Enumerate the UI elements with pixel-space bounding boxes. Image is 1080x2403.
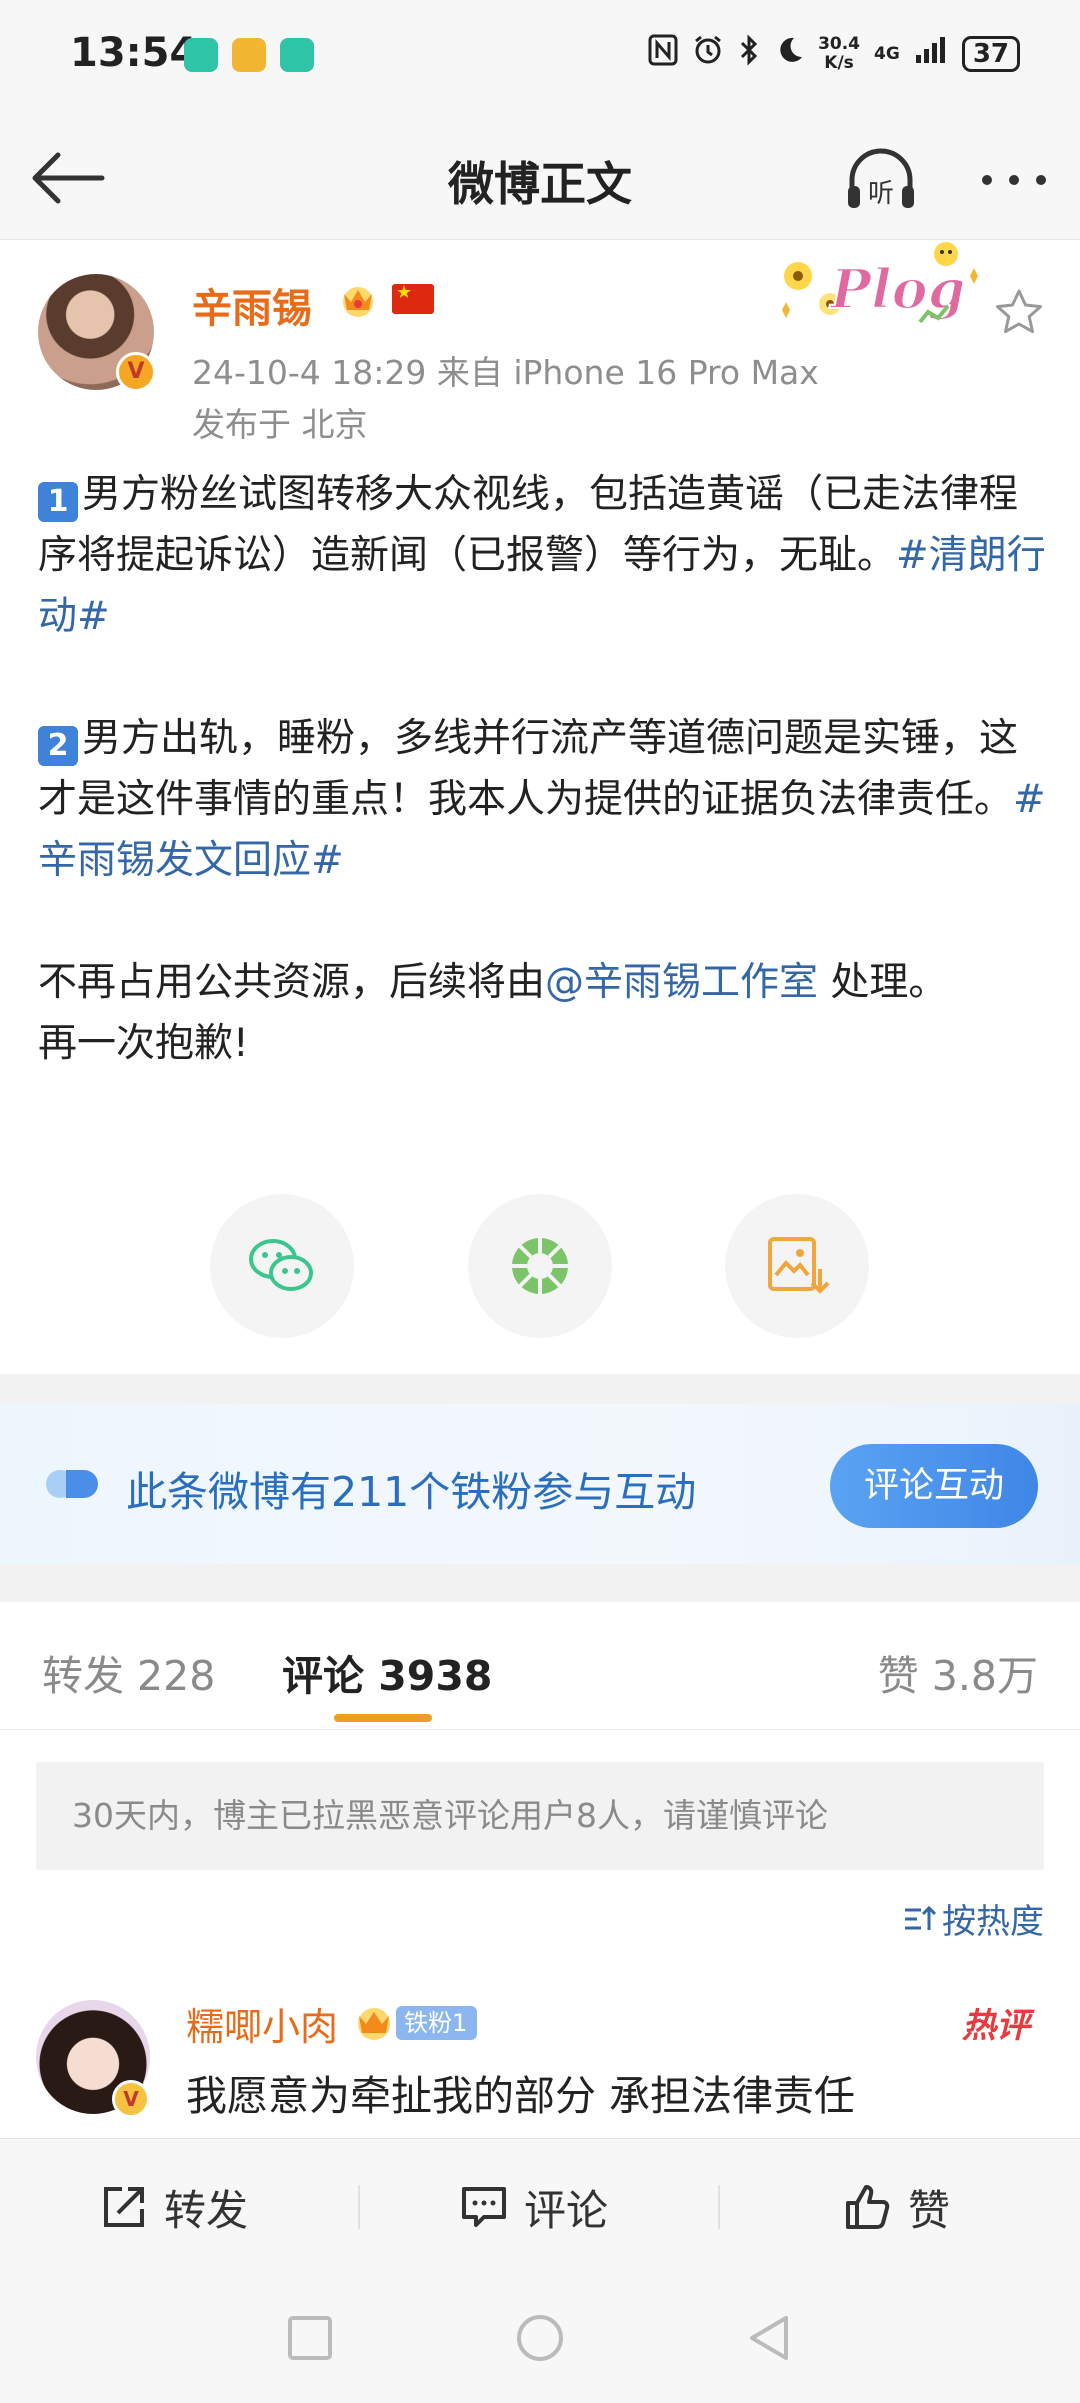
home-icon[interactable] xyxy=(512,2310,568,2366)
moments-icon xyxy=(512,1238,568,1294)
mention-link[interactable]: @辛雨锡工作室 xyxy=(545,960,818,1005)
more-options-button[interactable] xyxy=(976,142,1052,218)
post-paragraph-2: 2 男方出轨，睡粉，多线并行流产等道德问题是实锤，这才是这件事情的重点！我本人为提… xyxy=(38,708,1048,891)
thumbs-up-icon xyxy=(846,2185,890,2229)
recent-apps-icon[interactable] xyxy=(282,2310,338,2366)
status-indicators: 30.4 K/s 4G 37 xyxy=(648,34,1020,74)
tab-like[interactable]: 赞 3.8万 xyxy=(878,1642,1038,1702)
sort-by-hot-button[interactable]: 按热度 xyxy=(902,1894,1044,1943)
status-time: 13:54 xyxy=(70,30,198,76)
tab-comment[interactable]: 评论 3938 xyxy=(282,1642,492,1702)
commenter-verified-icon: V xyxy=(112,2080,150,2118)
listen-label: 听 xyxy=(868,179,894,209)
post-location: 发布于 北京 xyxy=(192,405,368,444)
share-wechat-button[interactable] xyxy=(210,1194,354,1338)
more-dot-icon xyxy=(1036,175,1046,185)
sort-label: 按热度 xyxy=(942,1902,1044,1942)
section-divider xyxy=(0,1374,1080,1404)
hot-comment-tag: 热评 xyxy=(962,2006,1030,2046)
headphones-icon: 听 xyxy=(848,148,914,209)
number-2-icon: 2 xyxy=(38,726,78,766)
post-paragraph-4: 再一次抱歉! xyxy=(38,1021,249,1066)
favorite-star-icon[interactable] xyxy=(992,286,1046,340)
active-tab-indicator xyxy=(334,1714,432,1722)
sort-icon xyxy=(905,1905,936,1930)
post-body: 1 男方粉丝试图转移大众视线，包括造黄谣（已走法律程序将提起诉讼）造新闻（已报警）… xyxy=(38,464,1048,1074)
battery-indicator: 37 xyxy=(961,36,1020,72)
app-notification-icon xyxy=(184,38,218,72)
post-tabs: 转发 228 评论 3938 赞 3.8万 xyxy=(0,1602,1080,1730)
more-dot-icon xyxy=(982,175,992,185)
commenter-crown-icon xyxy=(358,2008,390,2040)
post-text: 男方粉丝试图转移大众视线，包括造黄谣（已走法律程序将提起诉讼）造新闻（已报警）等… xyxy=(38,472,1019,578)
comment-label: 评论 xyxy=(524,2185,609,2235)
top-nav-bar: 微博正文 听 xyxy=(0,118,1080,240)
commenter-name[interactable]: 糯唧小肉 xyxy=(186,1996,338,2051)
china-flag-icon xyxy=(392,282,434,314)
comment-interact-button[interactable]: 评论互动 xyxy=(830,1444,1038,1528)
app-notification-icon xyxy=(232,38,266,72)
comment-text: 我愿意为牵扯我的部分 承担法律责任 xyxy=(186,2072,856,2120)
back-triangle-icon[interactable] xyxy=(742,2310,798,2366)
repost-icon xyxy=(104,2187,144,2227)
system-navigation-bar xyxy=(0,2274,1080,2403)
bottom-action-bar: 转发 评论 赞 xyxy=(0,2138,1080,2274)
post-text: 男方出轨，睡粉，多线并行流产等道德问题是实锤，这才是这件事情的重点！我本人为提供… xyxy=(38,716,1019,822)
network-type: 4G xyxy=(874,43,900,64)
fans-interaction-icon xyxy=(46,1470,98,1498)
repost-button[interactable]: 转发 xyxy=(98,2139,248,2275)
like-button[interactable]: 赞 xyxy=(842,2139,950,2275)
share-moments-button[interactable] xyxy=(468,1194,612,1338)
section-divider xyxy=(0,1564,1080,1602)
alarm-icon xyxy=(692,34,724,74)
post-paragraph-3: 不再占用公共资源，后续将由@辛雨锡工作室 处理。 xyxy=(38,952,1048,1013)
post-paragraph-1: 1 男方粉丝试图转移大众视线，包括造黄谣（已走法律程序将提起诉讼）造新闻（已报警）… xyxy=(38,464,1048,647)
post-text: 处理。 xyxy=(818,960,948,1005)
number-1-icon: 1 xyxy=(38,482,78,522)
moon-icon xyxy=(774,35,804,73)
tab-repost[interactable]: 转发 228 xyxy=(42,1642,215,1702)
listen-button[interactable]: 听 xyxy=(842,142,920,220)
status-bar: 13:54 30.4 K/s 4G 37 xyxy=(0,0,1080,118)
iron-fans-banner: 此条微博有211个铁粉参与互动 评论互动 xyxy=(0,1404,1080,1564)
comment-icon xyxy=(462,2187,506,2227)
plog-sticker: Plog xyxy=(782,242,978,324)
comment-button[interactable]: 评论 xyxy=(458,2139,608,2275)
net-speed: 30.4 K/s xyxy=(818,34,861,73)
iron-fans-text: 此条微博有211个铁粉参与互动 xyxy=(126,1468,697,1516)
vip-crown-icon[interactable] xyxy=(336,278,380,318)
author-name[interactable]: 辛雨锡 xyxy=(192,276,312,334)
repost-label: 转发 xyxy=(164,2185,249,2235)
action-divider xyxy=(358,2185,360,2229)
signal-icon xyxy=(914,35,948,73)
more-dot-icon xyxy=(1009,175,1019,185)
verified-badge-icon: V xyxy=(116,352,156,392)
post-timestamp-source: 24-10-4 18:29 来自 iPhone 16 Pro Max xyxy=(192,353,819,392)
save-image-button[interactable] xyxy=(725,1194,869,1338)
like-label: 赞 xyxy=(908,2185,951,2235)
iron-fan-badge: 铁粉1 xyxy=(396,2006,478,2040)
wechat-icon xyxy=(249,1239,313,1291)
app-notification-icon xyxy=(280,38,314,72)
action-divider xyxy=(718,2185,720,2229)
post-text: 不再占用公共资源，后续将由 xyxy=(38,960,546,1005)
comment-notice: 30天内，博主已拉黑恶意评论用户8人，请谨慎评论 xyxy=(36,1762,1044,1870)
bluetooth-icon xyxy=(738,34,760,74)
nfc-icon xyxy=(648,34,678,74)
save-image-icon xyxy=(768,1237,830,1294)
